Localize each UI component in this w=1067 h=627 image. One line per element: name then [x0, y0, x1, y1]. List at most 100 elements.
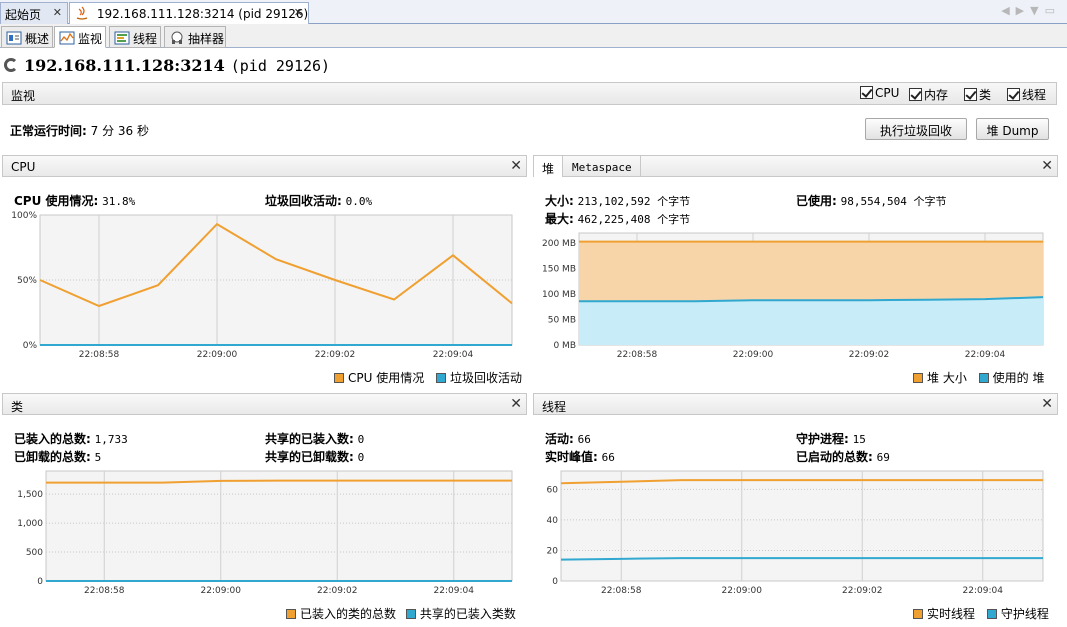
- loading-spinner-icon: [4, 58, 18, 72]
- uptime-value: 7 分 36 秒: [90, 124, 149, 138]
- tab-threads[interactable]: 线程: [109, 26, 161, 48]
- classes-panel-title: 类: [11, 400, 24, 414]
- tab-overview[interactable]: 概述: [1, 26, 53, 48]
- checkbox-cpu[interactable]: CPU: [860, 86, 899, 100]
- x-tick-label: 22:09:04: [965, 350, 1006, 360]
- y-tick-label: 20: [547, 546, 559, 556]
- threads-started-stat: 已启动的总数: 69: [796, 448, 890, 465]
- tab-heap[interactable]: 堆: [534, 156, 564, 177]
- shared-loaded-value: 0: [357, 433, 365, 446]
- y-tick-label: 50%: [17, 276, 37, 286]
- cpu-panel-title: CPU: [11, 160, 36, 174]
- document-tab-bar: 起始页 ✕ 192.168.111.128:3214 (pid 29126) ✕…: [0, 0, 1067, 25]
- close-icon[interactable]: ✕: [510, 158, 522, 174]
- legend-swatch-gc-activity: [436, 373, 447, 383]
- shared-unloaded-stat: 共享的已卸载数: 0: [265, 448, 364, 465]
- legend-cpu-usage: CPU 使用情况: [348, 371, 425, 385]
- x-tick-label: 22:08:58: [79, 350, 120, 360]
- gc-activity-stat: 垃圾回收活动: 0.0%: [265, 192, 372, 209]
- monitor-section-title: 监视: [11, 89, 36, 103]
- heap-chart-legend: 堆 大小 使用的 堆: [913, 369, 1044, 386]
- heap-max-label: 最大:: [545, 212, 574, 226]
- classes-loaded-label: 已装入的总数:: [14, 432, 91, 446]
- y-tick-label: 0: [552, 577, 558, 587]
- shared-loaded-stat: 共享的已装入数: 0: [265, 430, 364, 447]
- heap-used-area: [579, 297, 1043, 345]
- close-icon[interactable]: ✕: [1041, 396, 1053, 412]
- x-tick-label: 22:09:00: [197, 350, 238, 360]
- tab-monitor[interactable]: 监视: [54, 26, 106, 48]
- tab-sampler-label: 抽样器: [188, 32, 225, 46]
- checkbox-threads[interactable]: 线程: [1007, 86, 1046, 103]
- x-tick-label: 22:09:02: [842, 586, 882, 596]
- legend-shared-loaded: 共享的已装入类数: [419, 607, 516, 621]
- process-id: (pid 29126): [230, 57, 331, 75]
- x-tick-label: 22:09:02: [849, 350, 889, 360]
- threads-chart-legend: 实时线程 守护线程: [913, 605, 1049, 622]
- threads-started-label: 已启动的总数:: [796, 450, 873, 464]
- threads-peak-stat: 实时峰值: 66: [545, 448, 615, 465]
- y-tick-label: 50 MB: [548, 316, 576, 326]
- checkbox-threads-label: 线程: [1022, 88, 1047, 102]
- page-title: 192.168.111.128:3214 (pid 29126): [4, 56, 330, 80]
- legend-heap-used: 使用的 堆: [992, 371, 1045, 385]
- heap-chart: 0 MB 50 MB 100 MB 150 MB 200 MB 22:08:58 22:09…: [542, 232, 1044, 360]
- checkbox-checked-icon: [1007, 88, 1020, 101]
- x-tick-label: 22:08:58: [84, 586, 125, 596]
- close-icon[interactable]: ✕: [1041, 158, 1053, 174]
- plot-area: [45, 470, 513, 582]
- y-tick-label: 1,500: [17, 490, 43, 500]
- y-tick-label: 1,000: [17, 519, 43, 529]
- classes-panel-header: 类 ✕: [2, 393, 527, 415]
- y-tick-label: 200 MB: [542, 239, 576, 249]
- host-address: 192.168.111.128:3214: [24, 56, 225, 75]
- legend-swatch-daemon-threads: [986, 609, 997, 619]
- x-tick-label: 22:09:00: [201, 586, 242, 596]
- heap-max-stat: 最大: 462,225,408 个字节: [545, 210, 690, 227]
- y-tick-label: 0%: [23, 341, 38, 351]
- classes-loaded-stat: 已装入的总数: 1,733: [14, 430, 128, 447]
- checkbox-classes[interactable]: 类: [964, 86, 991, 103]
- tab-jvm-connection-label: 192.168.111.128:3214 (pid 29126): [96, 7, 309, 21]
- uptime-label: 正常运行时间:: [10, 124, 87, 138]
- tab-jvm-connection[interactable]: 192.168.111.128:3214 (pid 29126) ✕: [69, 2, 309, 25]
- y-tick-label: 100 MB: [542, 290, 576, 300]
- heap-used-stat: 已使用: 98,554,504 个字节: [796, 192, 947, 209]
- uptime-row: 正常运行时间: 7 分 36 秒: [10, 122, 149, 139]
- gc-activity-label: 垃圾回收活动:: [265, 194, 342, 208]
- checkbox-checked-icon: [909, 88, 922, 101]
- y-tick-label: 150 MB: [542, 265, 576, 275]
- tab-start-page[interactable]: 起始页 ✕: [0, 2, 68, 24]
- classes-panel: 类 ✕ 已装入的总数: 1,733 已卸载的总数: 5 共享的已装入数: 0 共…: [2, 393, 527, 625]
- checkbox-memory[interactable]: 内存: [909, 86, 948, 103]
- checkbox-memory-label: 内存: [924, 88, 949, 102]
- cpu-usage-stat: CPU 使用情况: 31.8%: [14, 192, 135, 209]
- heap-size-label: 大小:: [545, 194, 574, 208]
- monitor-icon: [59, 31, 75, 45]
- threads-icon: [114, 31, 130, 45]
- y-tick-label: 0: [37, 577, 43, 587]
- tab-sampler[interactable]: 抽样器: [164, 26, 226, 48]
- y-tick-label: 0 MB: [553, 341, 576, 351]
- close-icon[interactable]: ✕: [294, 6, 303, 19]
- tab-threads-label: 线程: [133, 32, 158, 46]
- tab-overview-label: 概述: [25, 32, 50, 46]
- tab-metaspace[interactable]: Metaspace: [564, 156, 641, 177]
- threads-panel-header: 线程 ✕: [533, 393, 1058, 415]
- threads-live-label: 活动:: [545, 432, 574, 446]
- cpu-chart-legend: CPU 使用情况 垃圾回收活动: [334, 369, 522, 386]
- cpu-usage-value: 31.8%: [102, 195, 136, 208]
- tab-navigation[interactable]: ◀▶▼▭: [1001, 4, 1061, 17]
- legend-classes-loaded: 已装入的类的总数: [300, 607, 397, 621]
- tab-start-page-label: 起始页: [5, 8, 42, 22]
- close-icon[interactable]: ✕: [53, 6, 62, 19]
- plot-area: [560, 470, 1044, 582]
- shared-unloaded-label: 共享的已卸载数:: [265, 450, 354, 464]
- y-tick-label: 40: [547, 516, 559, 526]
- classes-chart-legend: 已装入的类的总数 共享的已装入类数: [286, 605, 516, 622]
- heap-dump-button[interactable]: 堆 Dump: [976, 118, 1049, 140]
- perform-gc-button[interactable]: 执行垃圾回收: [865, 118, 967, 140]
- x-tick-label: 22:09:04: [434, 586, 475, 596]
- close-icon[interactable]: ✕: [510, 396, 522, 412]
- legend-swatch-classes-loaded: [286, 609, 296, 619]
